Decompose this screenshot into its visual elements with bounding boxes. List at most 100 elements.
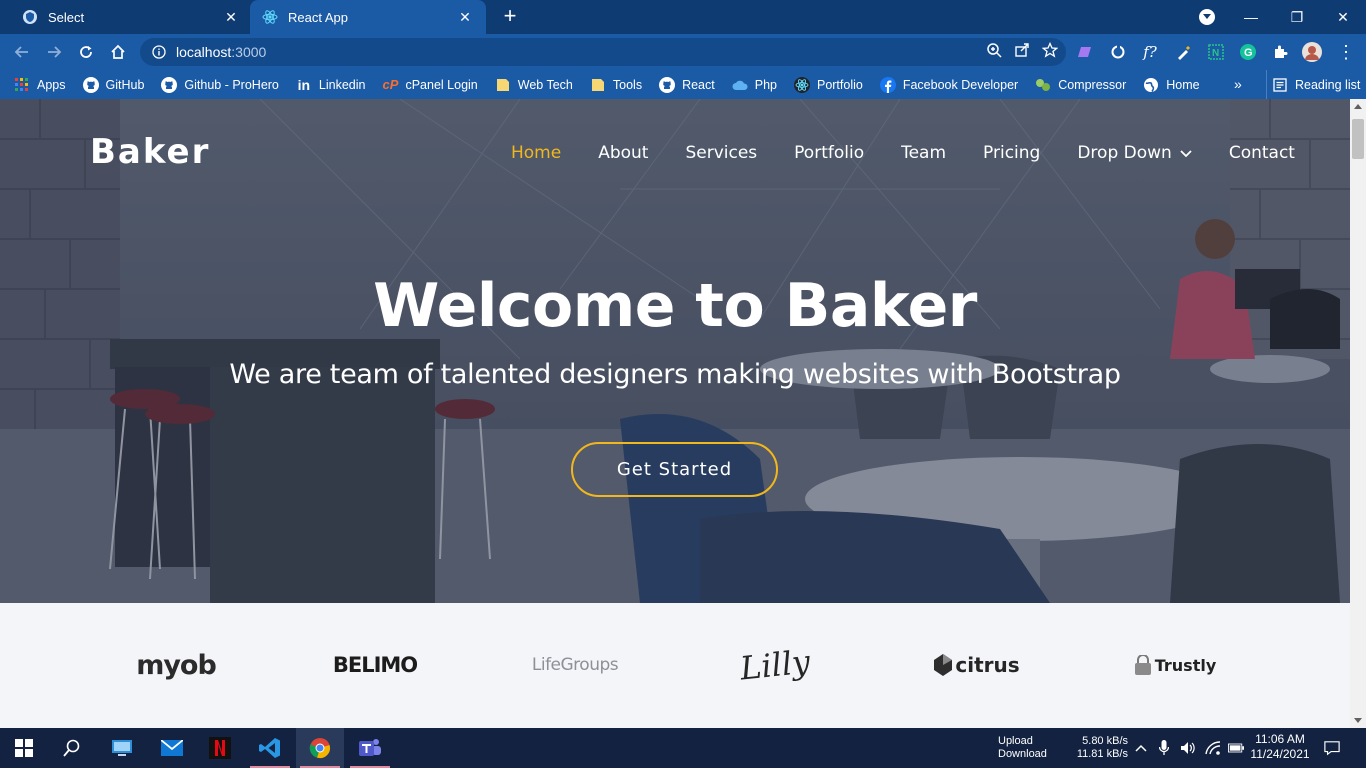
page-scrollbar[interactable] <box>1350 99 1366 728</box>
netflix-icon <box>209 737 231 759</box>
clock-date: 11/24/2021 <box>1250 747 1310 761</box>
nav-home[interactable]: Home <box>511 143 561 163</box>
bookmark-label: cPanel Login <box>405 77 478 92</box>
bookmark-label: Compressor <box>1058 77 1127 92</box>
citrus-mark-icon <box>934 654 953 676</box>
new-tab-button[interactable]: + <box>498 5 522 29</box>
github-icon <box>82 76 99 93</box>
github-icon <box>659 76 676 93</box>
client-logo-myob: myob <box>136 649 217 681</box>
upload-speed: 5.80 kB/s <box>1082 735 1128 747</box>
extensions-puzzle-icon[interactable] <box>1270 42 1290 62</box>
scroll-down-arrow-icon[interactable] <box>1354 718 1362 723</box>
profile-menu-button[interactable] <box>1184 0 1230 34</box>
bookmarks-bar: Apps GitHub Github - ProHero in Linkedin… <box>0 70 1366 99</box>
taskbar-teams[interactable] <box>346 728 394 768</box>
bookmark-label: GitHub <box>105 77 145 92</box>
bookmark-cpanel[interactable]: cP cPanel Login <box>382 77 478 93</box>
bookmark-home[interactable]: Home <box>1143 77 1200 93</box>
microphone-icon[interactable] <box>1156 740 1172 756</box>
bookmark-label: Github - ProHero <box>184 77 279 92</box>
tab-react-app[interactable]: React App ✕ <box>250 0 486 34</box>
taskbar-mail[interactable] <box>148 728 196 768</box>
bookmark-label: Portfolio <box>816 77 863 92</box>
bookmark-react[interactable]: React <box>659 76 715 93</box>
nav-drop-down-label: Drop Down <box>1077 143 1172 163</box>
close-window-button[interactable]: ✕ <box>1320 0 1366 34</box>
extension-n-icon[interactable]: N <box>1206 42 1226 62</box>
back-button[interactable] <box>10 40 34 64</box>
get-started-button[interactable]: Get Started <box>571 442 778 497</box>
minimize-button[interactable]: ― <box>1228 0 1274 34</box>
start-button[interactable] <box>0 728 48 768</box>
site-logo[interactable]: Baker <box>90 132 210 172</box>
scroll-up-arrow-icon[interactable] <box>1354 104 1362 109</box>
kebab-menu-icon[interactable]: ⋮ <box>1336 42 1356 62</box>
home-icon <box>111 44 125 59</box>
extension-purple-icon[interactable] <box>1076 42 1096 62</box>
bookmark-compressor[interactable]: Compressor <box>1035 77 1126 93</box>
close-tab-icon[interactable]: ✕ <box>222 9 240 26</box>
more-bookmarks-button[interactable]: » <box>1234 76 1242 92</box>
reading-list-button[interactable]: Reading list <box>1266 70 1360 99</box>
nav-drop-down[interactable]: Drop Down <box>1077 143 1192 163</box>
taskbar-vscode[interactable] <box>246 728 294 768</box>
svg-text:N: N <box>1212 48 1219 59</box>
close-tab-icon[interactable]: ✕ <box>456 9 474 26</box>
grammarly-icon[interactable]: G <box>1238 42 1258 62</box>
search-button[interactable] <box>48 728 96 768</box>
zoom-icon[interactable] <box>986 42 1002 63</box>
home-button[interactable] <box>106 40 130 64</box>
reload-icon <box>80 46 92 58</box>
bookmark-web-tech[interactable]: Web Tech <box>495 77 573 93</box>
profile-avatar-icon[interactable] <box>1302 42 1322 62</box>
taskbar-netflix[interactable] <box>196 728 244 768</box>
share-icon[interactable] <box>1014 42 1030 63</box>
nav-services[interactable]: Services <box>685 143 757 163</box>
bookmark-linkedin[interactable]: in Linkedin <box>296 77 366 93</box>
bookmark-star-icon[interactable] <box>1041 41 1059 63</box>
bookmark-php[interactable]: Php <box>732 77 777 93</box>
extension-sync-icon[interactable] <box>1108 42 1128 62</box>
battery-icon[interactable] <box>1228 740 1244 756</box>
tab-select[interactable]: Select ✕ <box>10 0 252 34</box>
speaker-icon[interactable] <box>1180 740 1196 756</box>
extension-formula-icon[interactable]: f? <box>1140 42 1160 62</box>
network-labels: Upload Download <box>998 735 1047 761</box>
restore-button[interactable]: ❐ <box>1274 0 1320 34</box>
reload-button[interactable] <box>74 40 98 64</box>
address-bar[interactable]: localhost:3000 <box>140 38 1066 66</box>
info-icon[interactable] <box>152 45 166 59</box>
client-logo-citrus: citrus <box>934 643 1020 687</box>
nav-team[interactable]: Team <box>901 143 946 163</box>
reading-list-label: Reading list <box>1295 77 1361 92</box>
hero-title: Welcome to Baker <box>373 271 977 341</box>
bookmark-apps[interactable]: Apps <box>14 77 66 93</box>
notifications-icon[interactable] <box>1324 740 1340 756</box>
forward-button[interactable] <box>42 40 66 64</box>
nav-about[interactable]: About <box>598 143 648 163</box>
teams-icon <box>359 739 381 756</box>
mail-icon <box>161 740 183 756</box>
bookmark-label: Linkedin <box>318 77 366 92</box>
bookmark-facebook-developer[interactable]: Facebook Developer <box>879 76 1018 93</box>
scroll-thumb[interactable] <box>1352 119 1364 159</box>
extension-colorpicker-icon[interactable] <box>1174 42 1194 62</box>
bookmark-label: Home <box>1166 77 1200 92</box>
system-clock[interactable]: 11:06 AM 11/24/2021 <box>1248 732 1312 762</box>
bookmark-github-prohero[interactable]: Github - ProHero <box>161 76 279 93</box>
chevron-down-circle-icon <box>1199 9 1215 25</box>
bookmark-tools[interactable]: Tools <box>590 77 642 93</box>
tray-overflow-chevron-icon[interactable] <box>1133 740 1149 756</box>
taskbar-remote-desktop[interactable] <box>98 728 146 768</box>
nav-portfolio[interactable]: Portfolio <box>794 143 864 163</box>
bookmark-portfolio[interactable]: Portfolio <box>793 76 863 93</box>
bookmark-github[interactable]: GitHub <box>82 76 145 93</box>
taskbar-chrome[interactable] <box>296 728 344 768</box>
vscode-icon <box>259 738 280 758</box>
apps-grid-icon <box>14 77 30 93</box>
nav-contact[interactable]: Contact <box>1229 143 1295 163</box>
remote-desktop-icon <box>112 740 132 756</box>
wifi-icon[interactable] <box>1205 740 1221 756</box>
nav-pricing[interactable]: Pricing <box>983 143 1040 163</box>
